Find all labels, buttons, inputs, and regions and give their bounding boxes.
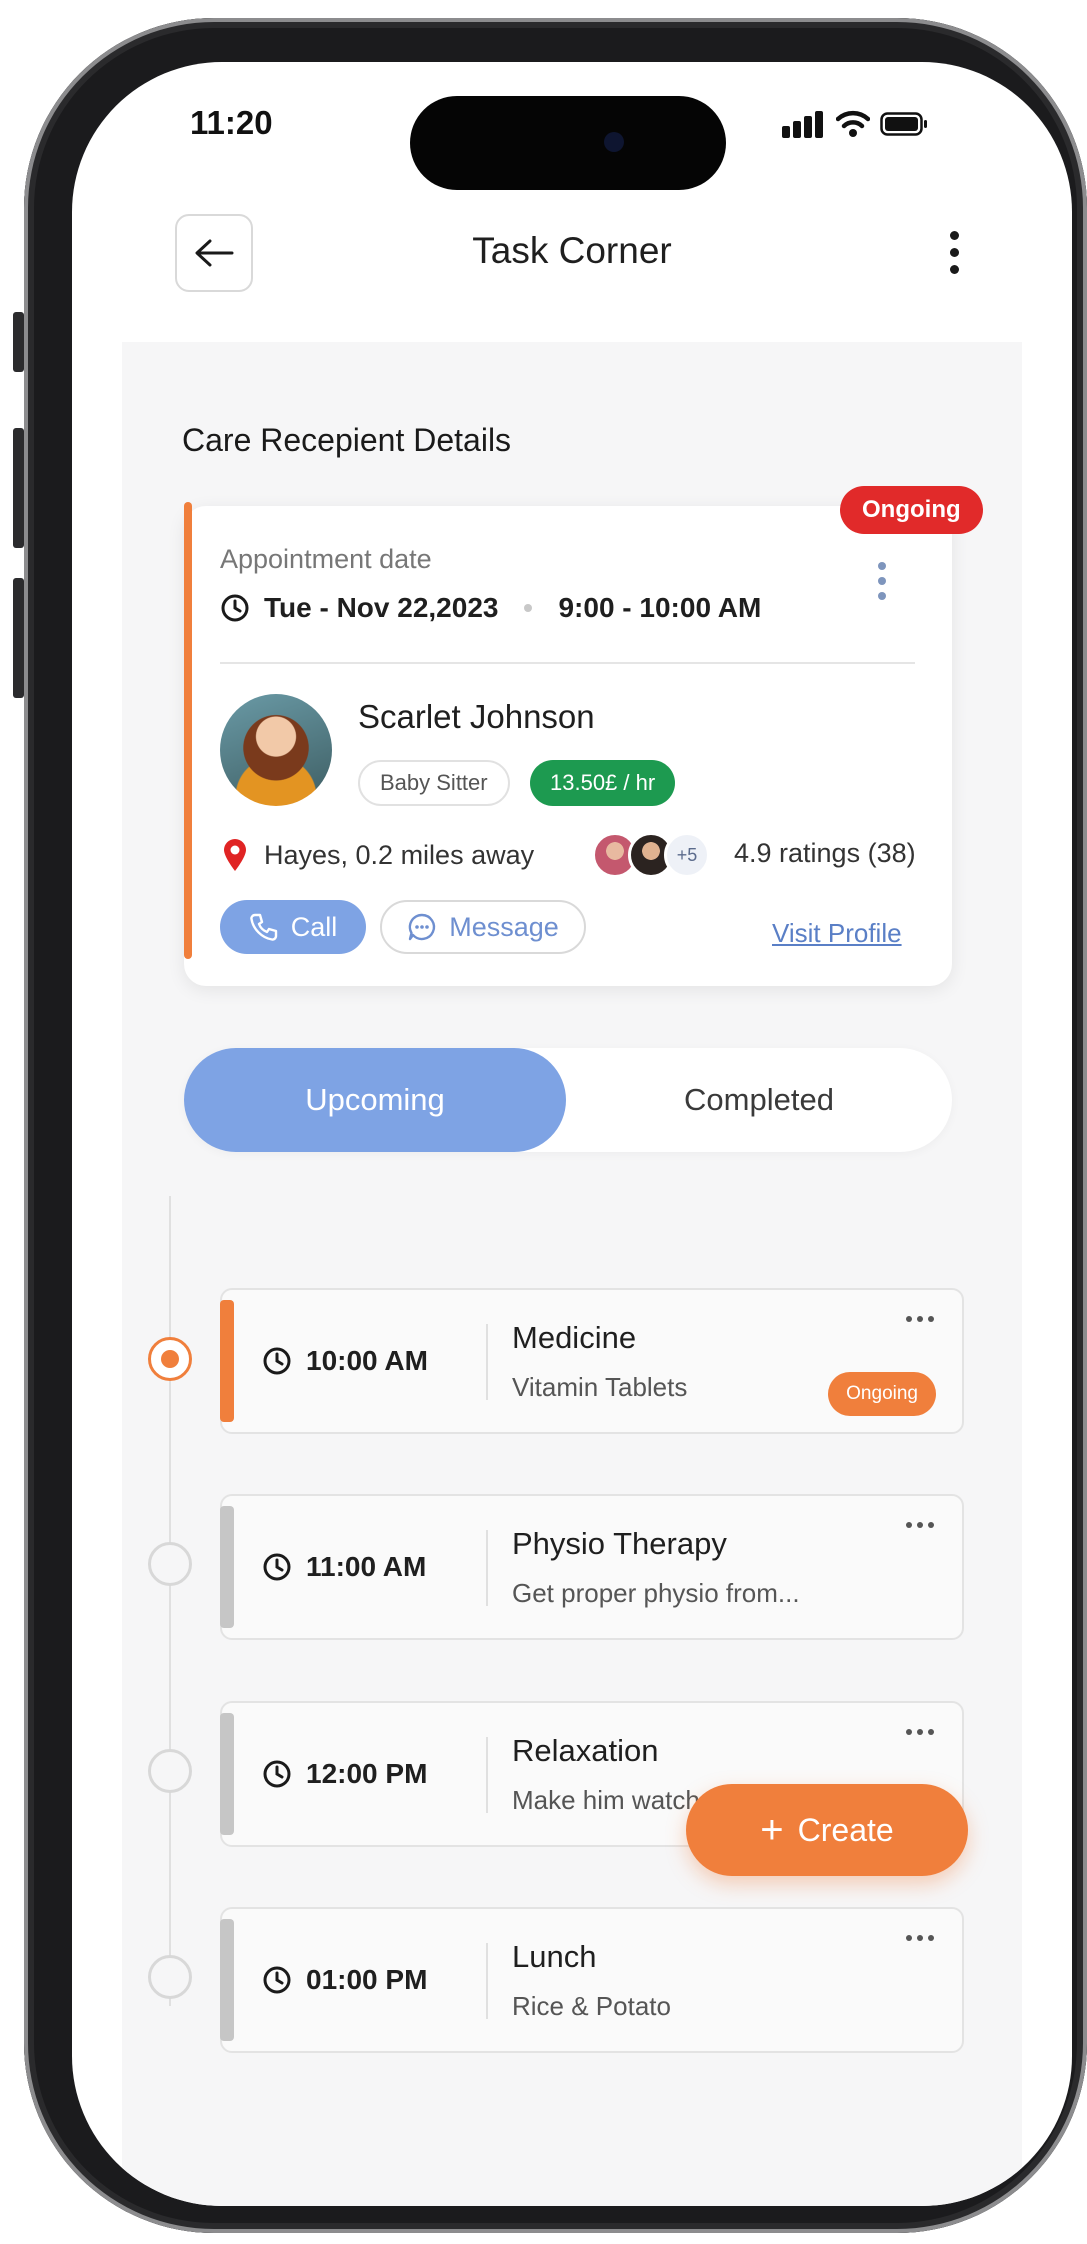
location-text: Hayes, 0.2 miles away xyxy=(264,839,535,870)
task-time-text: 11:00 AM xyxy=(306,1551,427,1582)
camera-dot xyxy=(604,132,624,152)
task-card[interactable]: 01:00 PM Lunch Rice & Potato xyxy=(220,1907,964,2053)
task-subtitle: Rice & Potato xyxy=(512,1991,671,2021)
task-divider xyxy=(486,1530,488,1606)
role-chip: Baby Sitter xyxy=(358,760,510,806)
task-divider xyxy=(486,1737,488,1813)
clock-icon xyxy=(221,594,249,622)
task-accent xyxy=(220,1919,234,2041)
task-time-text: 01:00 PM xyxy=(306,1964,428,1995)
timeline-node xyxy=(148,1749,192,1793)
appointment-time: 9:00 - 10:00 AM xyxy=(558,592,762,623)
timeline-node xyxy=(148,1542,192,1586)
kebab-dot xyxy=(949,264,959,274)
person-name: Scarlet Johnson xyxy=(358,698,595,735)
plus-icon: + xyxy=(760,1808,784,1852)
visit-profile-link[interactable]: Visit Profile xyxy=(772,918,902,949)
task-status-badge: Ongoing xyxy=(828,1372,936,1416)
task-more-button[interactable] xyxy=(906,1316,934,1322)
task-divider xyxy=(486,1324,488,1400)
task-title: Medicine xyxy=(512,1320,637,1355)
create-label: Create xyxy=(797,1811,894,1848)
task-time: 01:00 PM xyxy=(262,1909,427,2051)
task-time: 10:00 AM xyxy=(262,1290,428,1432)
dynamic-island xyxy=(410,96,726,190)
avatar xyxy=(220,694,332,806)
timeline-line xyxy=(169,1196,171,2006)
tab-completed[interactable]: Completed xyxy=(566,1048,952,1152)
timeline-node-active xyxy=(148,1337,192,1381)
wifi-icon xyxy=(836,110,870,137)
appointment-label: Appointment date xyxy=(220,544,432,574)
message-button[interactable]: Message xyxy=(380,900,586,954)
task-more-button[interactable] xyxy=(906,1935,934,1941)
phone-screen: 11:20 Task Corner Care Recepient Details… xyxy=(72,62,1072,2206)
kebab-dot xyxy=(949,247,959,257)
card-menu-button[interactable] xyxy=(878,562,886,600)
task-accent xyxy=(220,1713,234,1835)
task-time: 12:00 PM xyxy=(262,1703,427,1845)
task-divider xyxy=(486,1943,488,2019)
raters-more-count: +5 xyxy=(664,832,710,878)
rater-avatars: +5 xyxy=(592,832,710,878)
status-badge: Ongoing xyxy=(840,486,983,534)
task-title: Relaxation xyxy=(512,1733,659,1768)
task-title: Physio Therapy xyxy=(512,1526,727,1561)
task-accent xyxy=(220,1300,234,1422)
tab-upcoming[interactable]: Upcoming xyxy=(184,1048,566,1152)
kebab-dot xyxy=(949,230,959,240)
timeline-node xyxy=(148,1955,192,1999)
create-button[interactable]: + Create xyxy=(686,1784,968,1876)
section-title: Care Recepient Details xyxy=(182,422,512,458)
task-card[interactable]: 10:00 AM Medicine Vitamin Tablets Ongoin… xyxy=(220,1288,964,1434)
task-time: 11:00 AM xyxy=(262,1496,426,1638)
task-subtitle: Get proper physio from... xyxy=(512,1578,800,1608)
chat-bubble-icon xyxy=(408,913,436,941)
appointment-datetime: Tue - Nov 22,2023 9:00 - 10:00 AM xyxy=(220,592,761,624)
task-more-button[interactable] xyxy=(906,1729,934,1735)
clock-icon xyxy=(263,1966,291,1994)
location: Hayes, 0.2 miles away xyxy=(222,838,534,872)
message-label: Message xyxy=(449,911,559,942)
action-button xyxy=(13,312,24,372)
call-button[interactable]: Call xyxy=(220,900,366,954)
separator-dot xyxy=(524,604,533,612)
card-divider xyxy=(220,662,915,664)
volume-down-button xyxy=(13,578,24,698)
rate-chip: 13.50£ / hr xyxy=(530,760,676,806)
task-title: Lunch xyxy=(512,1939,597,1974)
status-icons xyxy=(782,106,932,146)
card-accent-bar xyxy=(184,502,192,959)
task-card[interactable]: 11:00 AM Physio Therapy Get proper physi… xyxy=(220,1494,964,1640)
clock-icon xyxy=(263,1760,291,1788)
page-title: Task Corner xyxy=(472,230,672,271)
volume-up-button xyxy=(13,428,24,548)
call-label: Call xyxy=(290,911,338,942)
status-time: 11:20 xyxy=(190,104,273,141)
task-accent xyxy=(220,1506,234,1628)
battery-icon xyxy=(880,112,927,136)
more-menu-button[interactable] xyxy=(932,222,976,282)
task-more-button[interactable] xyxy=(906,1522,934,1528)
clock-icon xyxy=(263,1347,291,1375)
task-time-text: 12:00 PM xyxy=(306,1758,428,1789)
clock-icon xyxy=(263,1553,291,1581)
task-time-text: 10:00 AM xyxy=(306,1345,428,1376)
ratings-text: 4.9 ratings (38) xyxy=(734,838,916,868)
phone-icon xyxy=(249,913,277,941)
location-pin-icon xyxy=(224,839,246,871)
task-subtitle: Vitamin Tablets xyxy=(512,1372,688,1402)
appointment-date: Tue - Nov 22,2023 xyxy=(264,592,499,623)
